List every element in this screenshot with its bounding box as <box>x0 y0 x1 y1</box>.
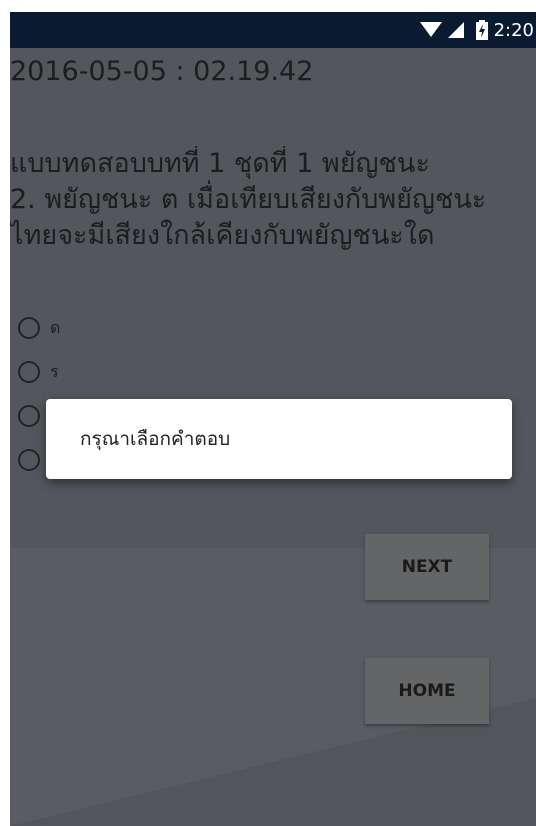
question-line: ไทยจะมีเสียงใกล้เคียงกับพยัญชนะใด <box>10 220 435 251</box>
option-2[interactable]: ร <box>18 350 60 394</box>
radio-button[interactable] <box>18 317 40 339</box>
toast-message: กรุณาเลือกคำตอบ <box>46 399 512 479</box>
option-label: ร <box>50 361 59 381</box>
quiz-content: 2016-05-05 : 02.19.42 แบบทดสอบบทที่ 1 ชุ… <box>10 48 536 826</box>
battery-charging-icon <box>475 20 488 40</box>
wifi-icon <box>419 22 442 37</box>
app-screen: 2:20 2016-05-05 : 02.19.42 แบบทดสอบบทที่… <box>10 12 536 826</box>
option-1[interactable]: ด <box>18 306 60 350</box>
radio-button[interactable] <box>18 449 40 471</box>
radio-button[interactable] <box>18 361 40 383</box>
question-line: แบบทดสอบบทที่ 1 ชุดที่ 1 พยัญชนะ <box>10 148 430 179</box>
next-button[interactable]: NEXT <box>365 534 489 600</box>
toast-text: กรุณาเลือกคำตอบ <box>80 428 231 450</box>
signal-icon <box>447 22 464 38</box>
status-bar: 2:20 <box>10 12 536 48</box>
option-label: ด <box>50 317 61 337</box>
status-time: 2:20 <box>493 19 534 41</box>
question-line: 2. พยัญชนะ ต เมื่อเทียบเสียงกับพยัญชนะ <box>10 184 487 215</box>
status-icons: 2:20 <box>419 12 536 48</box>
quiz-timestamp: 2016-05-05 : 02.19.42 <box>10 56 314 87</box>
home-button[interactable]: HOME <box>365 658 489 724</box>
question-text: แบบทดสอบบทที่ 1 ชุดที่ 1 พยัญชนะ 2. พยัญ… <box>10 146 536 254</box>
radio-button[interactable] <box>18 405 40 427</box>
